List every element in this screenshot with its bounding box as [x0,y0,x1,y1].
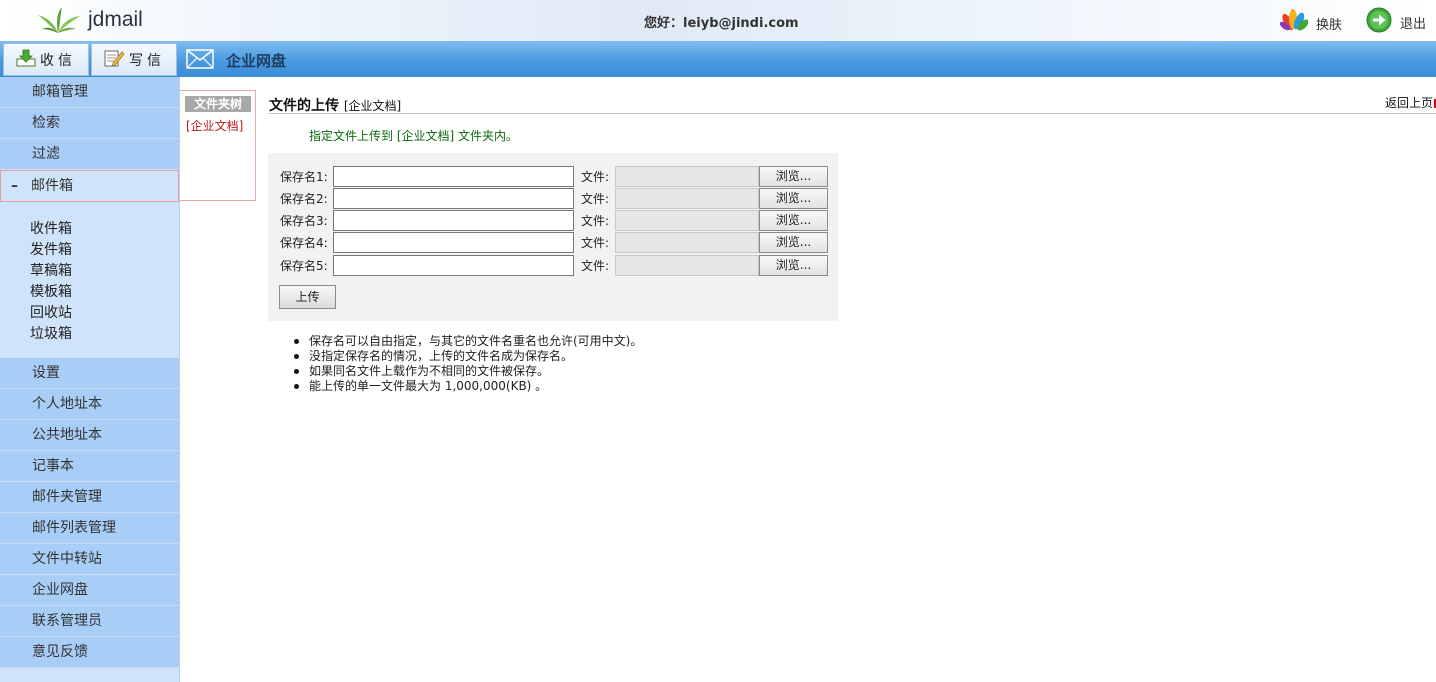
mailbox-recycle-bin[interactable]: 回收站 [30,303,179,324]
sidebar-item-file-transfer[interactable]: 文件中转站 [0,544,179,575]
list-item: 没指定保存名的情况，上传的文件名成为保存名。 [293,349,642,364]
logout-button[interactable]: 退出 [1366,7,1426,37]
sidebar-item-mailing-list-management[interactable]: 邮件列表管理 [0,513,179,544]
save-name-label: 保存名2: [280,191,328,206]
sidebar-item-notepad[interactable]: 记事本 [0,451,179,482]
file-path-field[interactable] [615,231,759,253]
browse-button[interactable]: 浏览... [759,165,828,187]
save-name-label: 保存名5: [280,258,328,273]
top-header: jdmail 您好：leiyb@jindi.com 换肤 退出 [0,0,1436,41]
green-arrow-circle-icon [1366,7,1392,37]
file-label: 文件: [581,258,610,273]
upload-row: 保存名4: 文件: 浏览... [280,231,828,253]
file-label: 文件: [581,213,610,228]
sidebar-item-feedback[interactable]: 意见反馈 [0,637,179,668]
upload-row: 保存名3: 文件: 浏览... [280,209,828,231]
envelope-icon [186,48,214,74]
page-title: 文件的上传 [企业文档] [269,95,401,115]
mailbox-sent[interactable]: 发件箱 [30,240,179,261]
mailbox-drafts[interactable]: 草稿箱 [30,261,179,282]
list-item: 如果同名文件上载作为不相同的文件被保存。 [293,364,642,379]
sidebar-item-filter[interactable]: 过滤 [0,139,179,170]
page-title-folder: [企业文档] [343,99,402,113]
save-name-input[interactable] [333,254,574,276]
page-title-text: 文件的上传 [269,98,339,114]
upload-instruction: 指定文件上传到 [企业文档] 文件夹内。 [309,129,518,143]
bamboo-leaf-icon [36,5,82,35]
save-name-input[interactable] [333,231,574,253]
sidebar-item-enterprise-disk[interactable]: 企业网盘 [0,575,179,606]
back-link[interactable]: 返回上页 [1385,94,1436,111]
mailbox-list: 收件箱 发件箱 草稿箱 模板箱 回收站 垃圾箱 [0,202,179,358]
file-path-field[interactable] [615,187,759,209]
change-skin-button[interactable]: 换肤 [1279,8,1343,38]
brand-name: jdmail [88,8,143,31]
file-label: 文件: [581,191,610,206]
upload-button[interactable]: 上传 [279,285,336,309]
folder-enterprise-docs[interactable]: [企业文档] [186,117,255,134]
user-greeting: 您好：leiyb@jindi.com [644,16,799,31]
sidebar-item-search[interactable]: 检索 [0,108,179,139]
sidebar-item-mail-folders[interactable]: – 邮件箱 [0,170,179,202]
save-name-input[interactable] [333,209,574,231]
sidebar-item-personal-address-book[interactable]: 个人地址本 [0,389,179,420]
save-name-input[interactable] [333,165,574,187]
sidebar-item-settings[interactable]: 设置 [0,358,179,389]
mailbox-templates[interactable]: 模板箱 [30,282,179,303]
mailbox-junk[interactable]: 垃圾箱 [30,324,179,345]
upload-form: 保存名1: 文件: 浏览... 保存名2: 文件: 浏览... 保存名3: 文件… [268,153,838,321]
title-bar: 收信 写信 企业网盘 [0,41,1436,77]
colorful-petal-icon [1279,8,1309,38]
compose-mail-button[interactable]: 写信 [91,43,177,76]
file-path-field[interactable] [615,165,759,187]
title-divider [268,113,1436,114]
file-path-field[interactable] [615,254,759,276]
browse-button[interactable]: 浏览... [759,187,828,209]
list-item: 能上传的单一文件最大为 1,000,000(KB) 。 [293,379,642,394]
save-name-label: 保存名4: [280,235,328,250]
sidebar: 邮箱管理 检索 过滤 – 邮件箱 收件箱 发件箱 草稿箱 模板箱 回收站 垃圾箱 … [0,77,180,682]
notepad-pencil-icon [103,49,125,71]
logout-label: 退出 [1400,16,1427,32]
file-label: 文件: [581,169,610,184]
save-name-label: 保存名3: [280,213,328,228]
collapse-toggle-icon[interactable]: – [11,171,31,201]
upload-row: 保存名5: 文件: 浏览... [280,254,828,276]
sidebar-item-public-address-book[interactable]: 公共地址本 [0,420,179,451]
back-link-label: 返回上页 [1385,96,1434,110]
browse-button[interactable]: 浏览... [759,254,828,276]
upload-row: 保存名1: 文件: 浏览... [280,165,828,187]
folder-tree: 文件夹树 [企业文档] [180,90,256,201]
upload-notes: 保存名可以自由指定，与其它的文件名重名也允许(可用中文)。 没指定保存名的情况，… [293,334,643,394]
section-title: 企业网盘 [226,52,287,70]
compose-mail-label: 写信 [129,52,165,69]
download-tray-icon [16,49,36,71]
mailbox-inbox[interactable]: 收件箱 [30,219,179,240]
change-skin-label: 换肤 [1316,17,1343,33]
list-item: 保存名可以自由指定，与其它的文件名重名也允许(可用中文)。 [293,334,643,348]
upload-row: 保存名2: 文件: 浏览... [280,187,828,209]
file-path-field[interactable] [615,209,759,231]
browse-button[interactable]: 浏览... [759,209,828,231]
save-name-input[interactable] [333,187,574,209]
logo: jdmail [36,4,143,36]
sidebar-item-contact-admin[interactable]: 联系管理员 [0,606,179,637]
save-name-label: 保存名1: [280,169,328,184]
receive-mail-button[interactable]: 收信 [3,43,89,76]
sidebar-item-mailbox-management[interactable]: 邮箱管理 [0,77,179,108]
receive-mail-label: 收信 [40,52,76,69]
sidebar-item-label: 邮件箱 [31,178,73,194]
browse-button[interactable]: 浏览... [759,231,828,253]
file-label: 文件: [581,235,610,250]
sidebar-item-folder-management[interactable]: 邮件夹管理 [0,482,179,513]
folder-tree-header: 文件夹树 [185,96,251,112]
